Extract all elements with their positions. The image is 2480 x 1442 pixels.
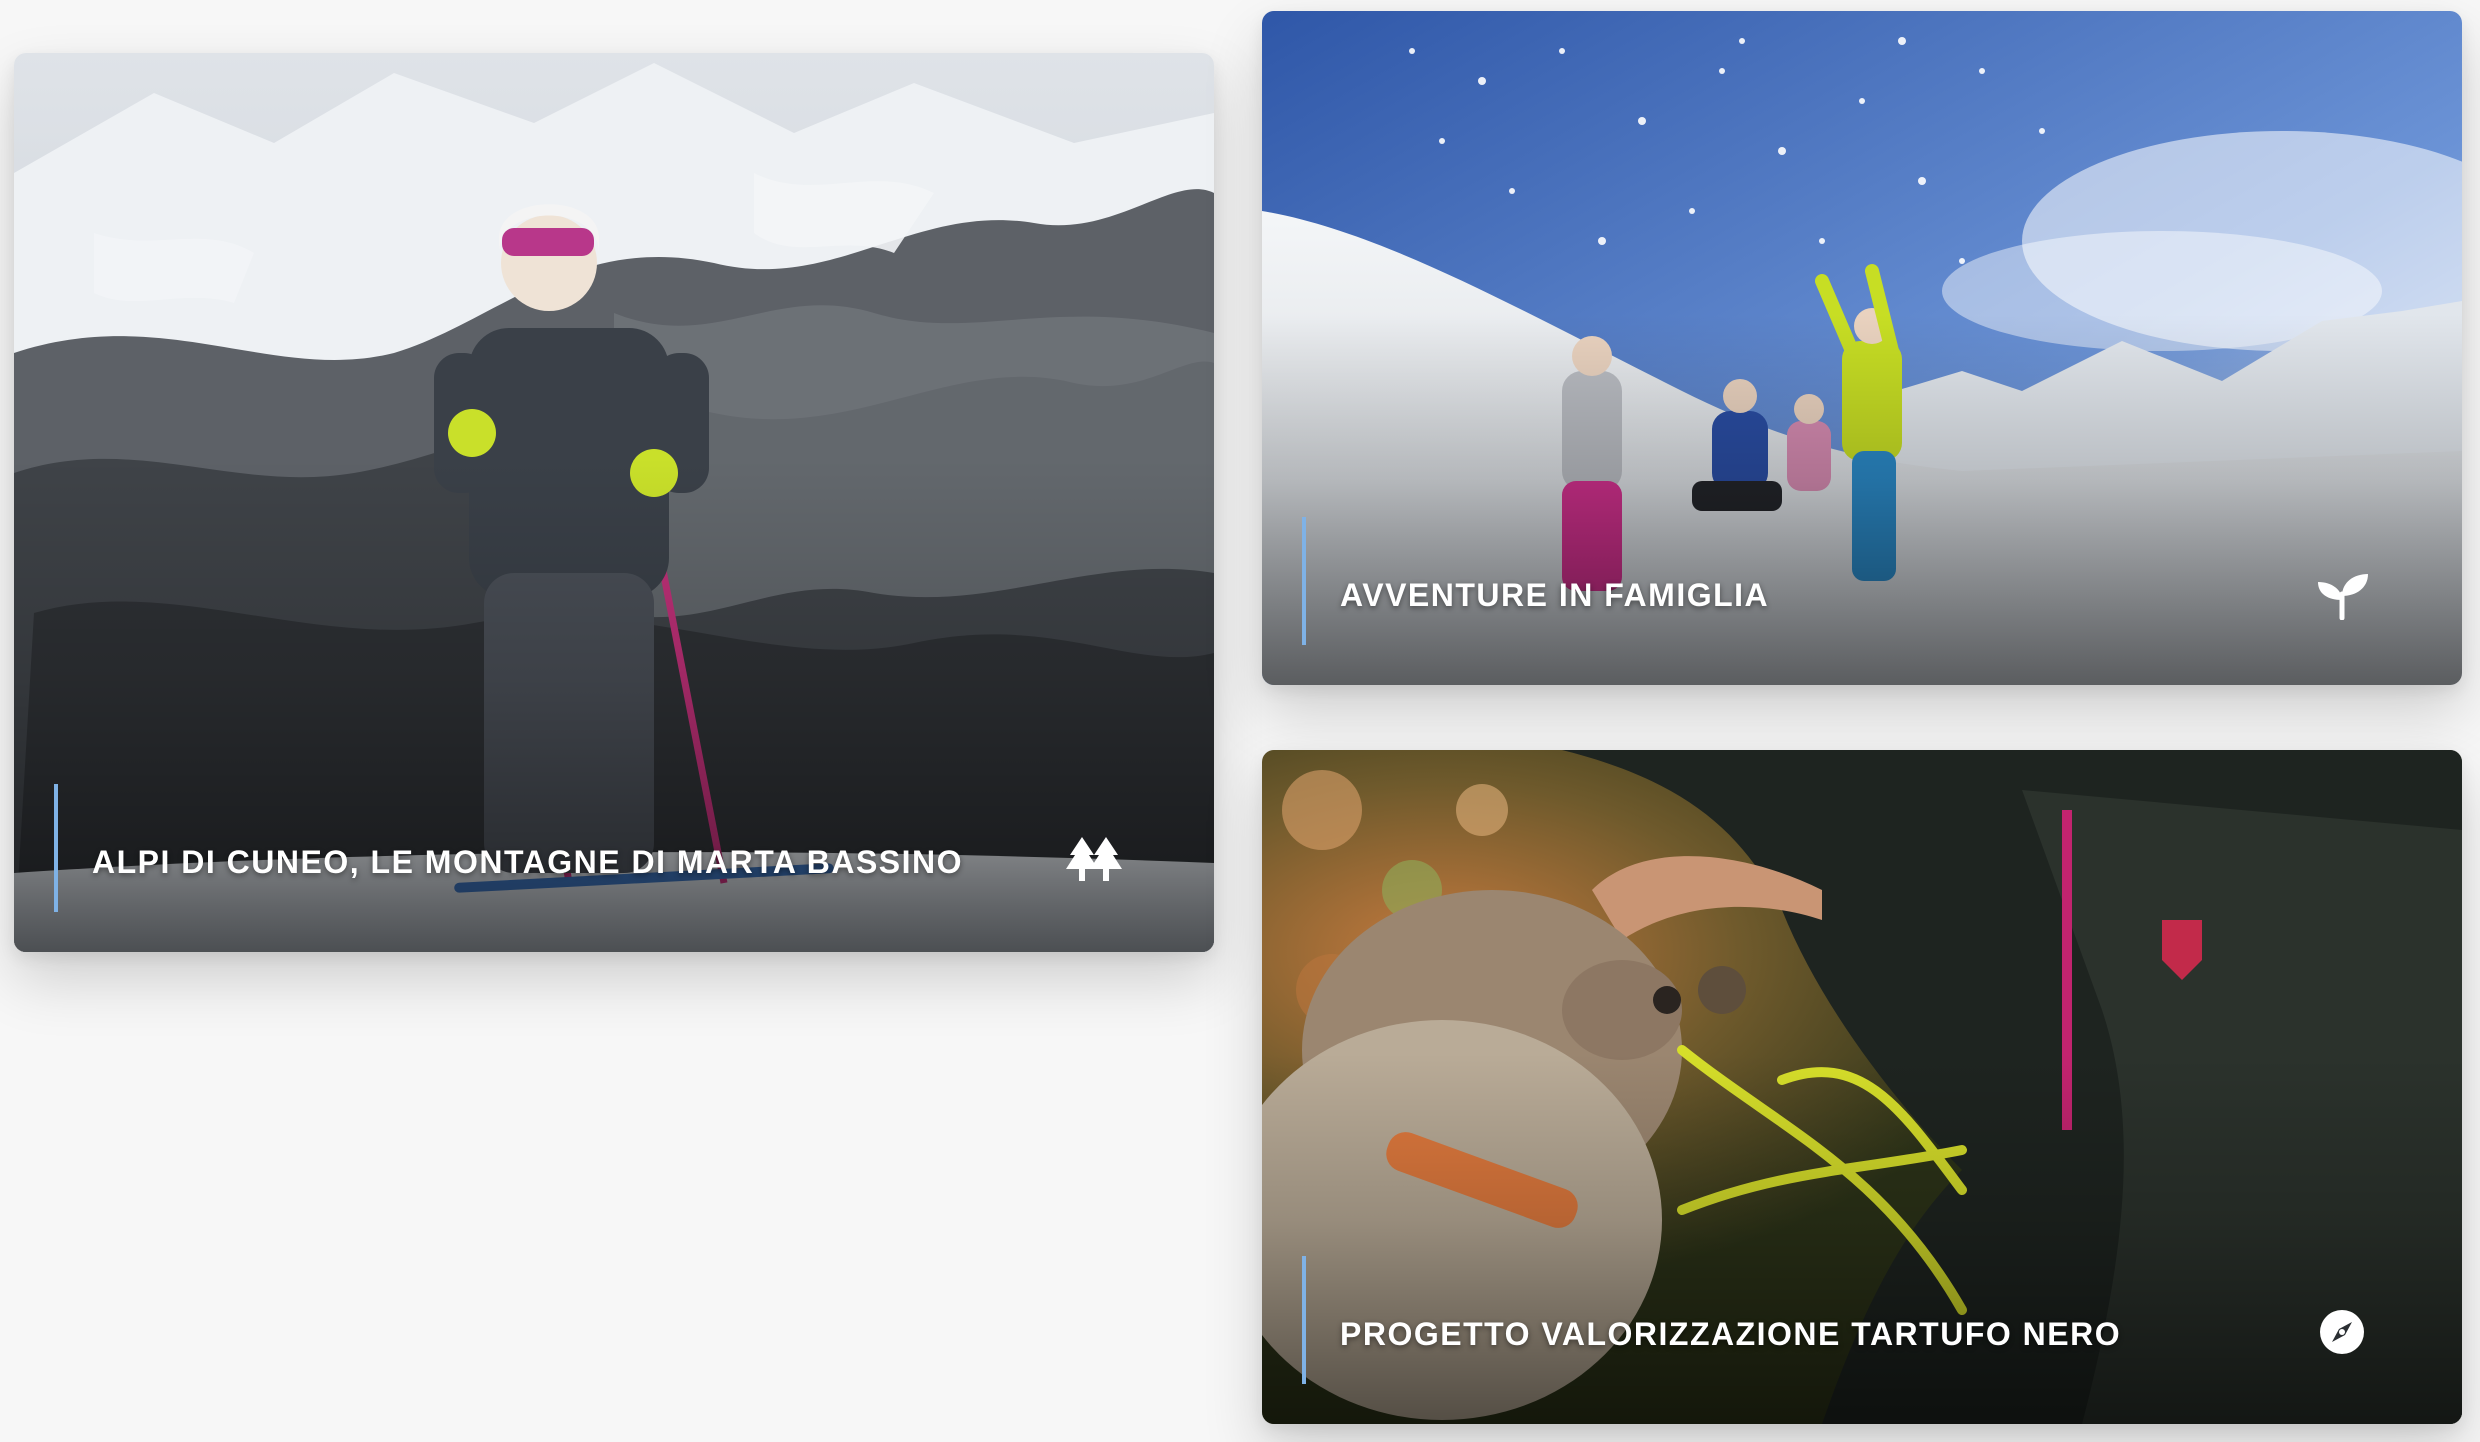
card-title: ALPI DI CUNEO, LE MONTAGNE DI MARTA BASS… [92,843,964,880]
card-progetto-tartufo-nero[interactable]: PROGETTO VALORIZZAZIONE TARTUFO NERO [1262,750,2462,1424]
trees-icon [1064,830,1124,890]
sprout-icon [2312,565,2372,625]
caption: ALPI DI CUNEO, LE MONTAGNE DI MARTA BASS… [54,784,963,912]
caption: PROGETTO VALORIZZAZIONE TARTUFO NERO [1302,1256,2121,1384]
card-alpi-di-cuneo[interactable]: ALPI DI CUNEO, LE MONTAGNE DI MARTA BASS… [14,53,1214,952]
card-title: PROGETTO VALORIZZAZIONE TARTUFO NERO [1340,1315,2122,1352]
card-title: AVVENTURE IN FAMIGLIA [1340,576,1770,613]
caption: AVVENTURE IN FAMIGLIA [1302,517,1769,645]
compass-icon [2312,1302,2372,1362]
card-avventure-in-famiglia[interactable]: AVVENTURE IN FAMIGLIA [1262,11,2462,685]
cards-grid: ALPI DI CUNEO, LE MONTAGNE DI MARTA BASS… [0,0,2480,1442]
